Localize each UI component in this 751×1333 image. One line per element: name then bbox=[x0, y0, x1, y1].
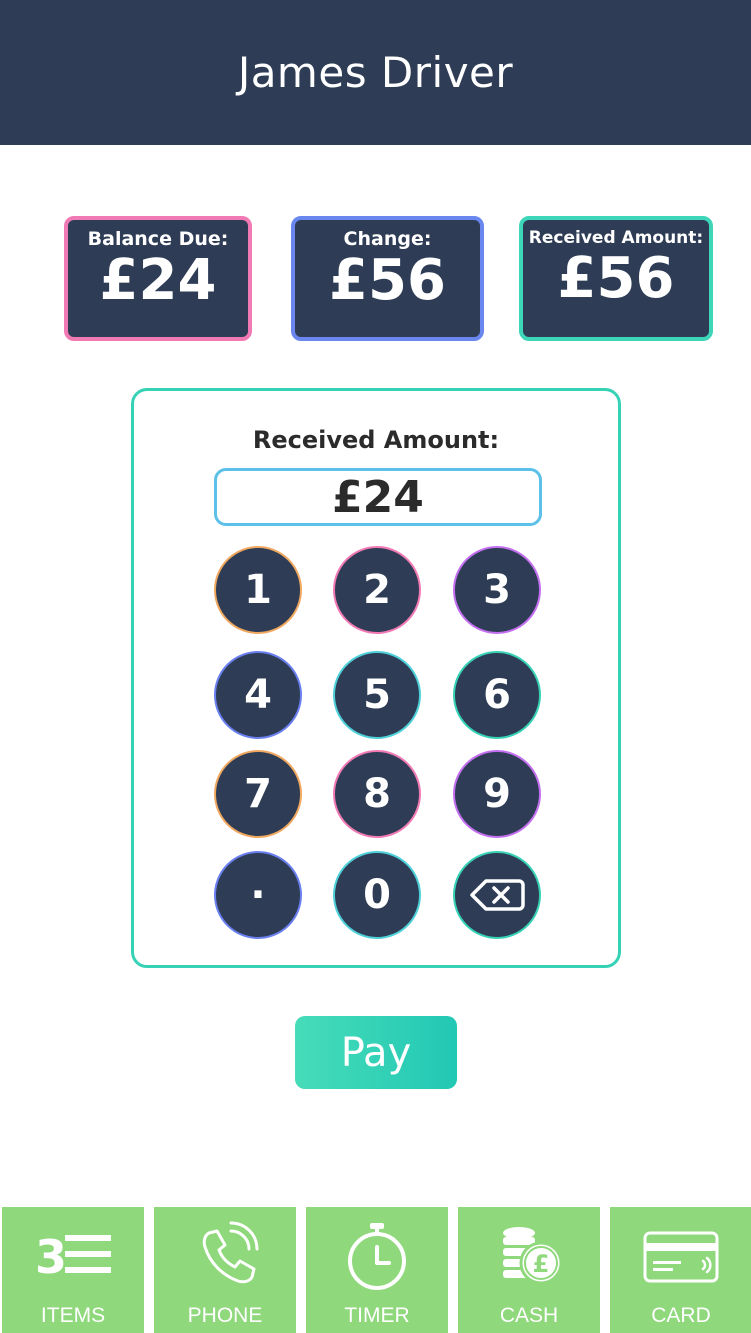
phone-icon bbox=[185, 1221, 265, 1291]
change-card: Change: £56 bbox=[291, 216, 484, 341]
key-0[interactable]: 0 bbox=[333, 851, 421, 939]
received-amount-card: Received Amount: £56 bbox=[519, 216, 713, 341]
tab-timer-label: TIMER bbox=[344, 1304, 410, 1327]
key-1[interactable]: 1 bbox=[214, 546, 302, 634]
balance-due-card: Balance Due: £24 bbox=[64, 216, 252, 341]
tab-phone[interactable]: PHONE bbox=[154, 1207, 296, 1333]
bottom-tab-bar: 3 ITEMS PHONE TIMER £ CASH CARD bbox=[0, 1206, 751, 1333]
key-label: 0 bbox=[363, 872, 391, 918]
change-label: Change: bbox=[343, 228, 432, 250]
key-label: 9 bbox=[483, 771, 511, 817]
keypad-panel: Received Amount: £24 1 2 3 4 5 6 7 8 9 ·… bbox=[131, 388, 621, 968]
tab-items[interactable]: 3 ITEMS bbox=[2, 1207, 144, 1333]
credit-card-icon bbox=[641, 1221, 721, 1291]
svg-text:£: £ bbox=[533, 1250, 550, 1278]
key-label: 1 bbox=[244, 567, 272, 613]
coins-pound-icon: £ bbox=[489, 1221, 569, 1291]
key-6[interactable]: 6 bbox=[453, 651, 541, 739]
tab-timer[interactable]: TIMER bbox=[306, 1207, 448, 1333]
key-backspace[interactable] bbox=[453, 851, 541, 939]
stopwatch-icon bbox=[337, 1221, 417, 1291]
keypad-label: Received Amount: bbox=[252, 426, 500, 454]
change-value: £56 bbox=[329, 248, 446, 313]
key-7[interactable]: 7 bbox=[214, 750, 302, 838]
tab-items-label: ITEMS bbox=[40, 1304, 106, 1327]
balance-due-label: Balance Due: bbox=[87, 228, 229, 250]
balance-due-value: £24 bbox=[99, 248, 217, 313]
pay-button[interactable]: Pay bbox=[295, 1016, 457, 1089]
tab-phone-label: PHONE bbox=[187, 1304, 263, 1327]
key-label: 8 bbox=[363, 771, 391, 817]
items-count: 3 bbox=[35, 1230, 67, 1284]
key-9[interactable]: 9 bbox=[453, 750, 541, 838]
key-5[interactable]: 5 bbox=[333, 651, 421, 739]
key-2[interactable]: 2 bbox=[333, 546, 421, 634]
key-label: 6 bbox=[483, 672, 511, 718]
key-4[interactable]: 4 bbox=[214, 651, 302, 739]
received-amount-label: Received Amount: bbox=[528, 228, 704, 248]
backspace-icon bbox=[470, 879, 525, 911]
key-3[interactable]: 3 bbox=[453, 546, 541, 634]
customer-name-title: James Driver bbox=[237, 48, 514, 97]
tab-cash[interactable]: £ CASH bbox=[458, 1207, 600, 1333]
key-label: · bbox=[250, 872, 266, 918]
key-8[interactable]: 8 bbox=[333, 750, 421, 838]
received-amount-input[interactable]: £24 bbox=[214, 468, 542, 526]
tab-cash-label: CASH bbox=[499, 1304, 559, 1327]
received-amount-value: £56 bbox=[557, 246, 675, 311]
key-label: 3 bbox=[483, 567, 511, 613]
key-label: 4 bbox=[244, 672, 272, 718]
key-decimal[interactable]: · bbox=[214, 851, 302, 939]
tab-card-label: CARD bbox=[651, 1304, 711, 1327]
tab-card[interactable]: CARD bbox=[610, 1207, 751, 1333]
items-list-icon: 3 bbox=[33, 1221, 113, 1291]
app-header: James Driver bbox=[0, 0, 751, 145]
key-label: 2 bbox=[363, 567, 391, 613]
key-label: 5 bbox=[363, 672, 391, 718]
key-label: 7 bbox=[244, 771, 272, 817]
